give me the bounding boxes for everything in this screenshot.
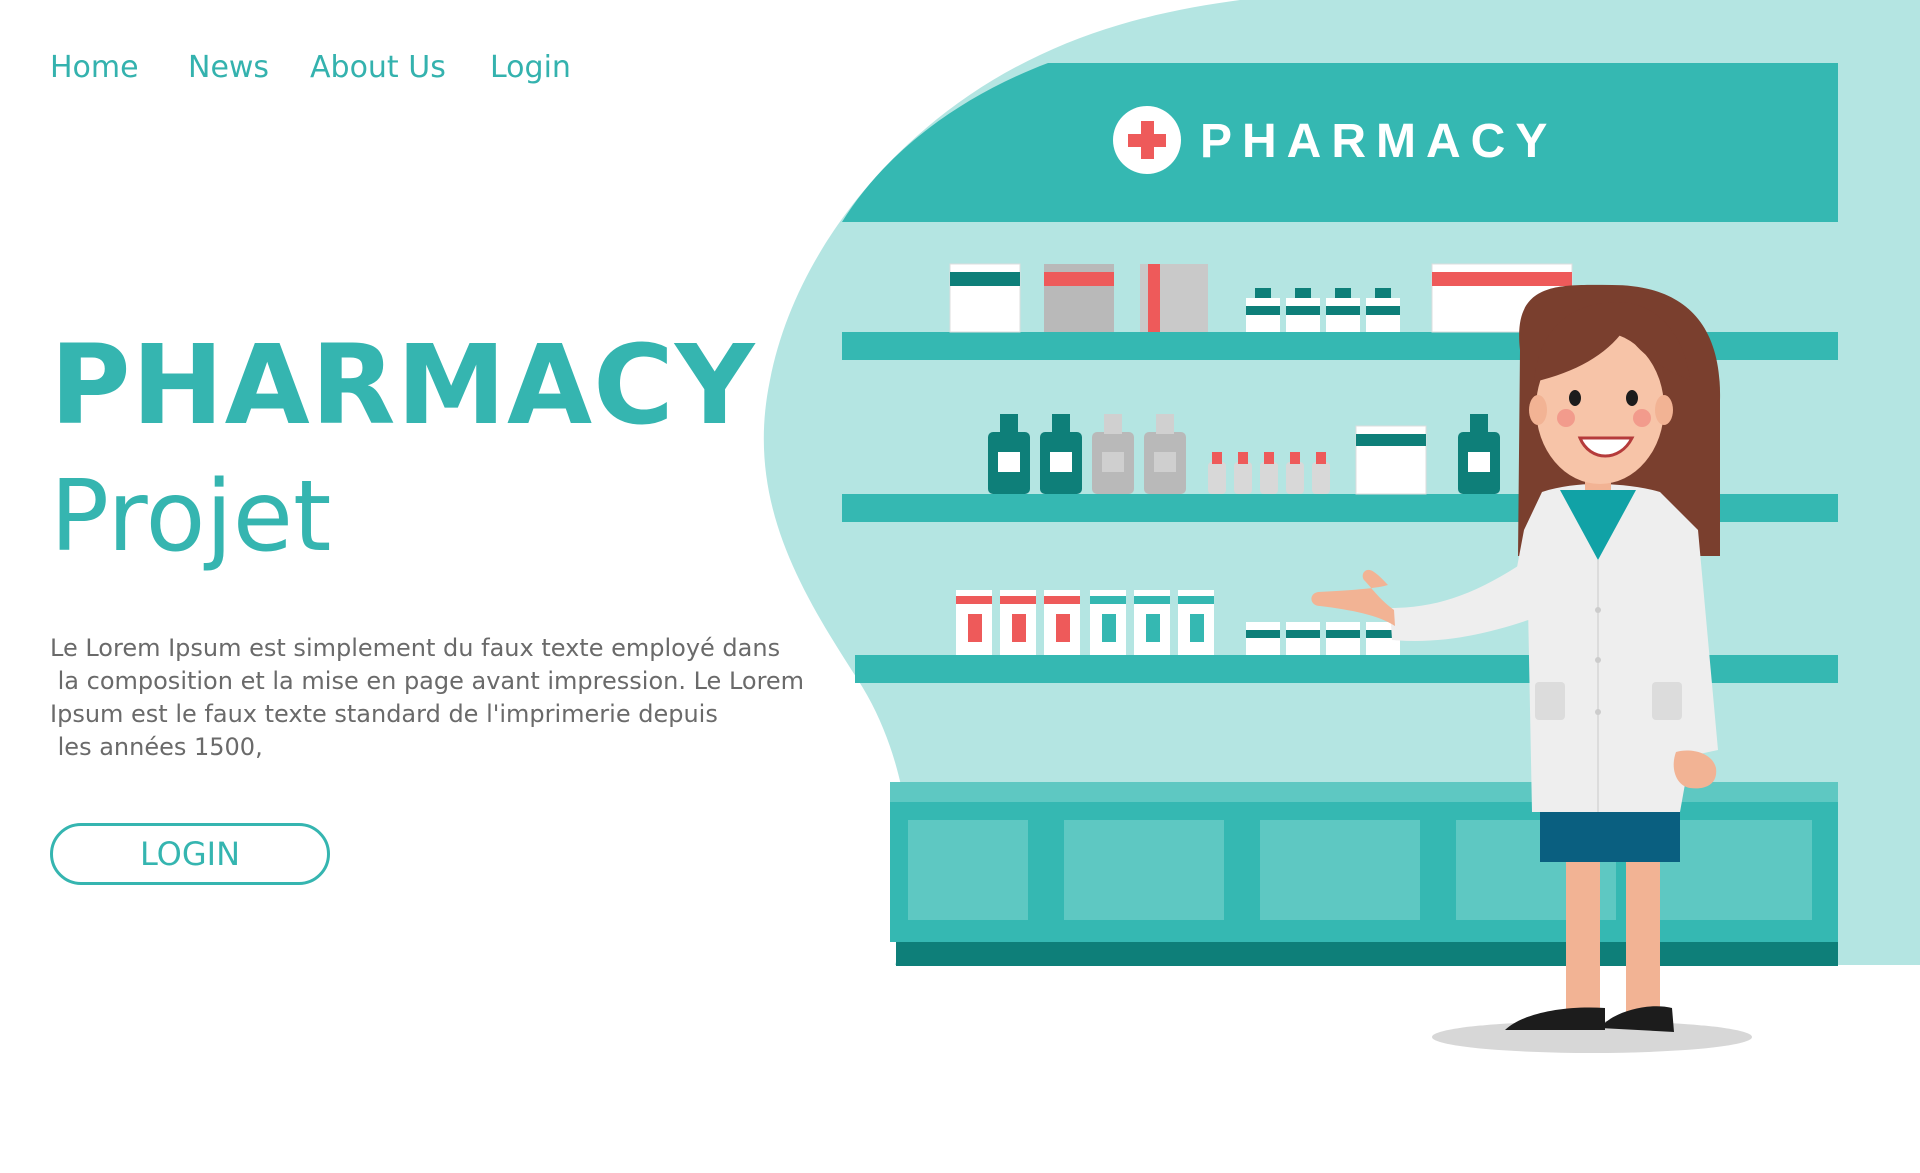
sign-text: PHARMACY <box>1200 115 1557 168</box>
pharmacy-counter <box>890 782 1838 966</box>
pharmacy-illustration: PHARMACY <box>763 0 1920 1053</box>
